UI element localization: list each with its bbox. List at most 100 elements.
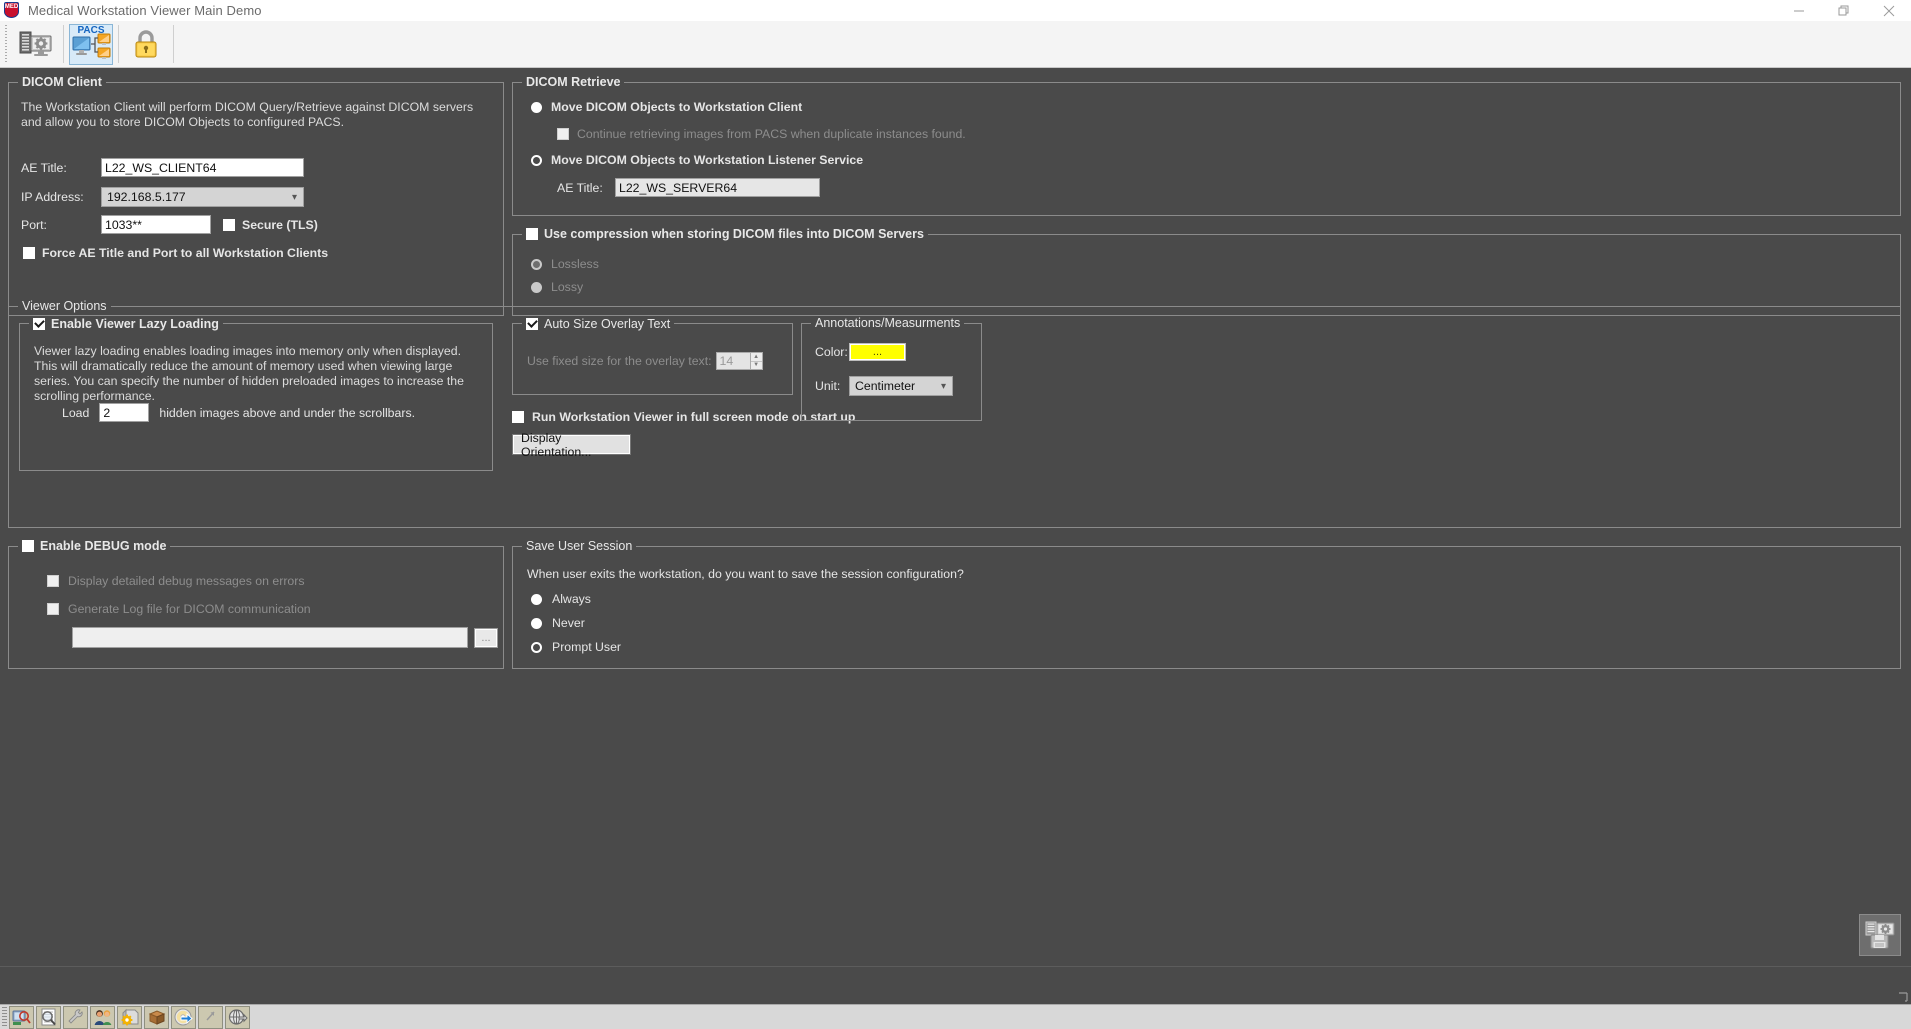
magnifier-document-icon — [41, 1008, 56, 1026]
port-label: Port: — [21, 217, 47, 232]
restore-icon[interactable] — [1821, 0, 1866, 21]
toolbar-drag-handle[interactable] — [3, 25, 10, 63]
detailed-debug-label: Display detailed debug messages on error… — [68, 574, 305, 588]
security-lock-icon — [135, 30, 157, 58]
pacs-network-icon: PACS — [72, 25, 111, 59]
prompt-user-label: Prompt User — [552, 640, 622, 654]
cd-export-button[interactable] — [171, 1005, 196, 1029]
study-search-icon — [12, 1010, 31, 1025]
lossless-label: Lossless — [551, 257, 599, 271]
close-icon[interactable] — [1866, 0, 1911, 21]
radio-lossless — [531, 258, 542, 270]
lazy-loading-legend: Enable Viewer Lazy Loading — [29, 316, 223, 331]
chevron-down-icon: ▾ — [940, 380, 946, 392]
radio-lossy — [531, 281, 542, 293]
display-orientation-button[interactable]: Display Orientation... — [512, 431, 631, 459]
radio-always[interactable] — [531, 593, 542, 605]
debug-legend-label: Enable DEBUG mode — [40, 539, 167, 553]
cd-export-icon — [174, 1008, 193, 1026]
lossy-label: Lossy — [551, 280, 584, 294]
save-settings-icon — [1865, 921, 1895, 949]
dicom-client-legend: DICOM Client — [18, 75, 106, 89]
generate-log-label: Generate Log file for DICOM communicatio… — [68, 602, 311, 616]
load-prefix-label: Load — [62, 405, 90, 420]
med-shield-icon: MED — [4, 1, 22, 20]
fullscreen-checkbox[interactable] — [512, 411, 524, 423]
radio-move-to-client[interactable] — [531, 101, 542, 113]
radio-prompt-user[interactable] — [531, 641, 542, 653]
security-lock-button[interactable] — [124, 24, 168, 65]
study-search-button[interactable] — [9, 1005, 34, 1029]
users-icon — [94, 1010, 111, 1025]
toolbar-separator — [118, 25, 119, 63]
archive-button[interactable] — [144, 1005, 169, 1029]
document-search-button[interactable] — [36, 1005, 61, 1029]
enable-debug-checkbox[interactable] — [22, 540, 34, 552]
status-bar — [0, 966, 1911, 1004]
arrow-pointer-icon — [205, 1011, 215, 1021]
resize-grip-icon[interactable] — [1898, 992, 1908, 1002]
title-bar: MED Medical Workstation Viewer Main Demo — [0, 0, 1911, 21]
dicom-retrieve-group: DICOM Retrieve Move DICOM Objects to Wor… — [512, 75, 1901, 216]
unit-dropdown[interactable]: Centimeter ▾ — [849, 376, 953, 396]
compression-legend: Use compression when storing DICOM files… — [522, 227, 928, 243]
spinner-buttons: ▲ ▼ — [749, 352, 763, 370]
spinner-down-icon: ▼ — [753, 362, 760, 369]
radio-move-to-listener[interactable] — [531, 154, 542, 166]
fixed-size-label: Use fixed size for the overlay text: — [527, 354, 712, 368]
viewer-options-group: Viewer Options Enable Viewer Lazy Loadin… — [8, 299, 1901, 528]
lazy-loading-group: Enable Viewer Lazy Loading Viewer lazy l… — [19, 316, 493, 471]
pointer-button[interactable] — [198, 1005, 223, 1029]
enable-lazy-loading-checkbox[interactable] — [33, 318, 45, 330]
ae-title-input[interactable]: L22_WS_CLIENT64 — [101, 158, 304, 177]
main-toolbar: PACS — [0, 21, 1911, 68]
listener-ae-title-input[interactable]: L22_WS_SERVER64 — [615, 178, 820, 197]
unit-label: Unit: — [815, 379, 841, 393]
dicom-client-description: The Workstation Client will perform DICO… — [21, 100, 474, 129]
dicom-client-group: DICOM Client The Workstation Client will… — [8, 75, 504, 316]
browse-log-path-button: ... — [474, 627, 498, 648]
annotation-color-button[interactable]: ... — [849, 343, 906, 361]
load-suffix-label: hidden images above and under the scroll… — [159, 405, 416, 420]
continue-retrieving-label: Continue retrieving images from PACS whe… — [577, 127, 966, 141]
minimize-icon[interactable] — [1776, 0, 1821, 21]
radio-never[interactable] — [531, 617, 542, 629]
annotations-legend: Annotations/Measurments — [811, 316, 965, 330]
debug-group: Enable DEBUG mode Display detailed debug… — [8, 539, 504, 669]
color-button-text: ... — [872, 346, 883, 358]
annotations-group: Annotations/Measurments Color: ... Unit:… — [801, 316, 982, 421]
tools-button[interactable] — [63, 1005, 88, 1029]
ip-address-dropdown[interactable]: 192.168.5.177 ▾ — [101, 187, 304, 207]
never-label: Never — [552, 616, 585, 630]
detailed-debug-checkbox — [47, 575, 59, 587]
window-title: Medical Workstation Viewer Main Demo — [28, 3, 262, 18]
dicom-retrieve-legend: DICOM Retrieve — [522, 75, 625, 89]
bottom-toolbar-drag-handle[interactable] — [2, 1007, 7, 1027]
server-config-button[interactable] — [117, 1005, 142, 1029]
load-count-input[interactable]: 2 — [99, 403, 150, 422]
overlay-size-spinner: 14 ▲ ▼ — [715, 352, 763, 370]
wrench-tools-icon — [67, 1009, 83, 1024]
chevron-down-icon: ▾ — [291, 191, 297, 203]
compression-legend-label: Use compression when storing DICOM files… — [544, 227, 924, 241]
overlay-text-group: Auto Size Overlay Text Use fixed size fo… — [512, 316, 793, 395]
port-input[interactable]: 1033** — [101, 215, 211, 234]
move-to-listener-label: Move DICOM Objects to Workstation Listen… — [551, 153, 864, 167]
settings-panel: DICOM Client The Workstation Client will… — [0, 68, 1911, 966]
server-settings-button[interactable] — [14, 24, 58, 65]
bottom-toolbar — [0, 1004, 1911, 1029]
ip-address-label: IP Address: — [21, 190, 84, 204]
save-settings-button[interactable] — [1859, 914, 1901, 956]
save-session-group: Save User Session When user exits the wo… — [512, 539, 1901, 669]
globe-export-icon — [228, 1009, 248, 1025]
users-button[interactable] — [90, 1005, 115, 1029]
auto-size-overlay-checkbox[interactable] — [526, 318, 538, 330]
use-compression-checkbox[interactable] — [526, 228, 538, 240]
globe-export-button[interactable] — [225, 1005, 250, 1029]
force-ae-title-checkbox[interactable] — [23, 247, 35, 259]
pacs-network-button[interactable]: PACS — [69, 23, 113, 65]
secure-tls-checkbox[interactable] — [223, 218, 235, 231]
ae-title-label: AE Title: — [21, 160, 67, 175]
toolbar-separator — [63, 25, 64, 63]
log-path-input — [72, 627, 468, 648]
